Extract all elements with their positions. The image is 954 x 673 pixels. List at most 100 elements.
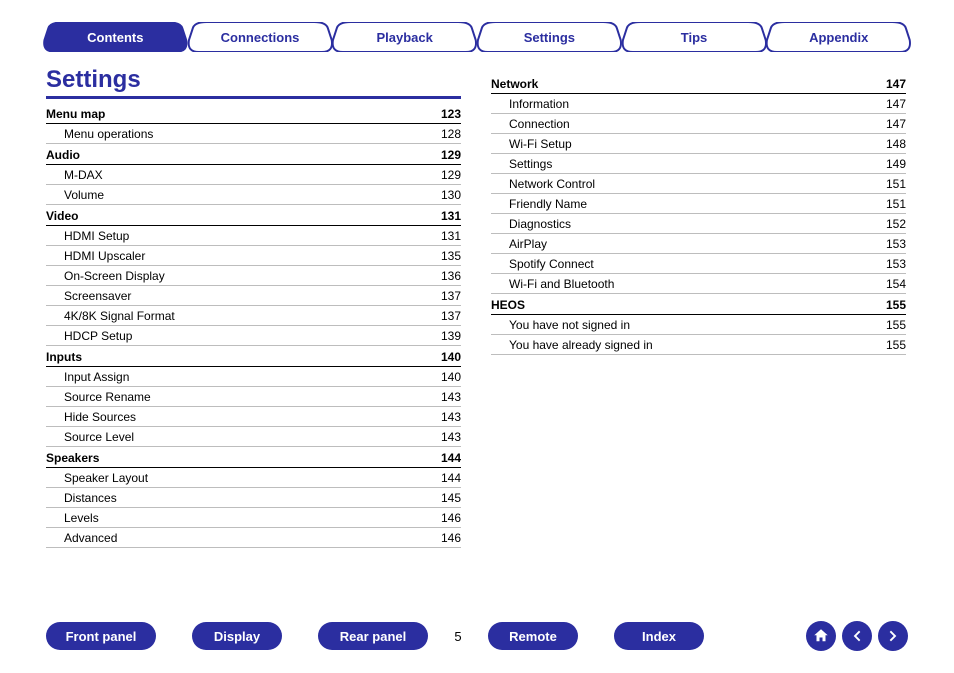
toc-label: 4K/8K Signal Format	[46, 309, 175, 323]
toc-item[interactable]: Connection147	[491, 114, 906, 134]
toc-item[interactable]: You have not signed in155	[491, 315, 906, 335]
toc-item[interactable]: On-Screen Display136	[46, 266, 461, 286]
toc-label: HDMI Upscaler	[46, 249, 145, 263]
toc-label: Inputs	[46, 350, 82, 364]
toc-label: Source Rename	[46, 390, 151, 404]
toc-section[interactable]: Network 147	[491, 73, 906, 94]
toc-page: 152	[874, 217, 906, 231]
toc-page: 131	[429, 209, 461, 223]
toc-item[interactable]: Distances 145	[46, 488, 461, 508]
home-icon[interactable]	[806, 621, 836, 651]
tab-label: Connections	[187, 22, 334, 52]
toc-label: Speakers	[46, 451, 99, 465]
toc-label: Video	[46, 209, 78, 223]
toc-page: 129	[429, 148, 461, 162]
toc-page: 146	[429, 531, 461, 545]
tab-tips[interactable]: Tips	[621, 22, 768, 52]
tab-label: Contents	[42, 22, 189, 52]
toc-section[interactable]: Menu map123	[46, 103, 461, 124]
toc-page: 151	[874, 177, 906, 191]
toc-column-right: Network147Information147Connection147Wi-…	[491, 73, 906, 548]
toc-label: HDMI Setup	[46, 229, 129, 243]
toc-item[interactable]: Wi-Fi Setup148	[491, 134, 906, 154]
toc-page: 123	[429, 107, 461, 121]
toc-label: Hide Sources	[46, 410, 136, 424]
toc-label: Wi-Fi and Bluetooth	[491, 277, 614, 291]
tab-label: Settings	[476, 22, 623, 52]
next-icon[interactable]	[878, 621, 908, 651]
toc-item[interactable]: Advanced146	[46, 528, 461, 548]
toc-page: 148	[874, 137, 906, 151]
toc-item[interactable]: AirPlay 153	[491, 234, 906, 254]
nav-remote[interactable]: Remote	[488, 622, 578, 650]
toc-page: 145	[429, 491, 461, 505]
toc-item[interactable]: HDMI Setup 131	[46, 226, 461, 246]
toc-label: AirPlay	[491, 237, 547, 251]
toc-page: 155	[874, 338, 906, 352]
toc-label: Network Control	[491, 177, 595, 191]
toc-page: 155	[874, 318, 906, 332]
tab-playback[interactable]: Playback	[331, 22, 478, 52]
toc-item[interactable]: Network Control 151	[491, 174, 906, 194]
toc-item[interactable]: Screensaver137	[46, 286, 461, 306]
toc-item[interactable]: Information147	[491, 94, 906, 114]
toc-section[interactable]: Speakers 144	[46, 447, 461, 468]
pill-label: Rear panel	[340, 629, 406, 644]
toc-label: Distances	[46, 491, 117, 505]
prev-icon[interactable]	[842, 621, 872, 651]
tab-label: Tips	[621, 22, 768, 52]
tab-connections[interactable]: Connections	[187, 22, 334, 52]
toc-page: 147	[874, 77, 906, 91]
nav-display[interactable]: Display	[192, 622, 282, 650]
toc-page: 153	[874, 237, 906, 251]
toc-item[interactable]: You have already signed in 155	[491, 335, 906, 355]
toc-page: 149	[874, 157, 906, 171]
toc-item[interactable]: Spotify Connect153	[491, 254, 906, 274]
toc-label: Information	[491, 97, 569, 111]
toc-item[interactable]: Source Rename143	[46, 387, 461, 407]
toc-label: You have already signed in	[491, 338, 653, 352]
toc-label: HDCP Setup	[46, 329, 132, 343]
toc-page: 151	[874, 197, 906, 211]
toc-item[interactable]: Input Assign140	[46, 367, 461, 387]
toc-page: 128	[429, 127, 461, 141]
toc-item[interactable]: Hide Sources143	[46, 407, 461, 427]
page-number: 5	[428, 629, 488, 644]
tab-appendix[interactable]: Appendix	[765, 22, 912, 52]
toc-item[interactable]: Volume130	[46, 185, 461, 205]
toc-section[interactable]: Audio129	[46, 144, 461, 165]
toc-page: 144	[429, 451, 461, 465]
toc-label: Network	[491, 77, 538, 91]
toc-section[interactable]: Video 131	[46, 205, 461, 226]
toc-page: 140	[429, 370, 461, 384]
toc-page: 131	[429, 229, 461, 243]
toc-item[interactable]: Levels146	[46, 508, 461, 528]
toc-page: 137	[429, 309, 461, 323]
toc-section[interactable]: Inputs140	[46, 346, 461, 367]
toc-item[interactable]: Wi-Fi and Bluetooth154	[491, 274, 906, 294]
nav-front-panel[interactable]: Front panel	[46, 622, 156, 650]
toc-item[interactable]: HDMI Upscaler135	[46, 246, 461, 266]
toc-item[interactable]: 4K/8K Signal Format 137	[46, 306, 461, 326]
top-tabs: Contents Connections Playback Settings T…	[0, 0, 954, 52]
toc-page: 155	[874, 298, 906, 312]
nav-rear-panel[interactable]: Rear panel	[318, 622, 428, 650]
toc-item[interactable]: Speaker Layout144	[46, 468, 461, 488]
toc-item[interactable]: Settings 149	[491, 154, 906, 174]
toc-item[interactable]: M-DAX129	[46, 165, 461, 185]
tab-settings[interactable]: Settings	[476, 22, 623, 52]
bottom-nav: Front panel Display Rear panel 5 Remote …	[0, 621, 954, 651]
toc-columns: Menu map123Menu operations128Audio129M-D…	[0, 103, 954, 548]
toc-label: Settings	[491, 157, 552, 171]
toc-page: 146	[429, 511, 461, 525]
toc-section[interactable]: HEOS155	[491, 294, 906, 315]
nav-index[interactable]: Index	[614, 622, 704, 650]
toc-item[interactable]: Friendly Name151	[491, 194, 906, 214]
toc-item[interactable]: HDCP Setup139	[46, 326, 461, 346]
toc-item[interactable]: Diagnostics152	[491, 214, 906, 234]
tab-contents[interactable]: Contents	[42, 22, 189, 52]
toc-item[interactable]: Source Level143	[46, 427, 461, 447]
toc-item[interactable]: Menu operations128	[46, 124, 461, 144]
toc-page: 129	[429, 168, 461, 182]
pill-label: Index	[642, 629, 676, 644]
